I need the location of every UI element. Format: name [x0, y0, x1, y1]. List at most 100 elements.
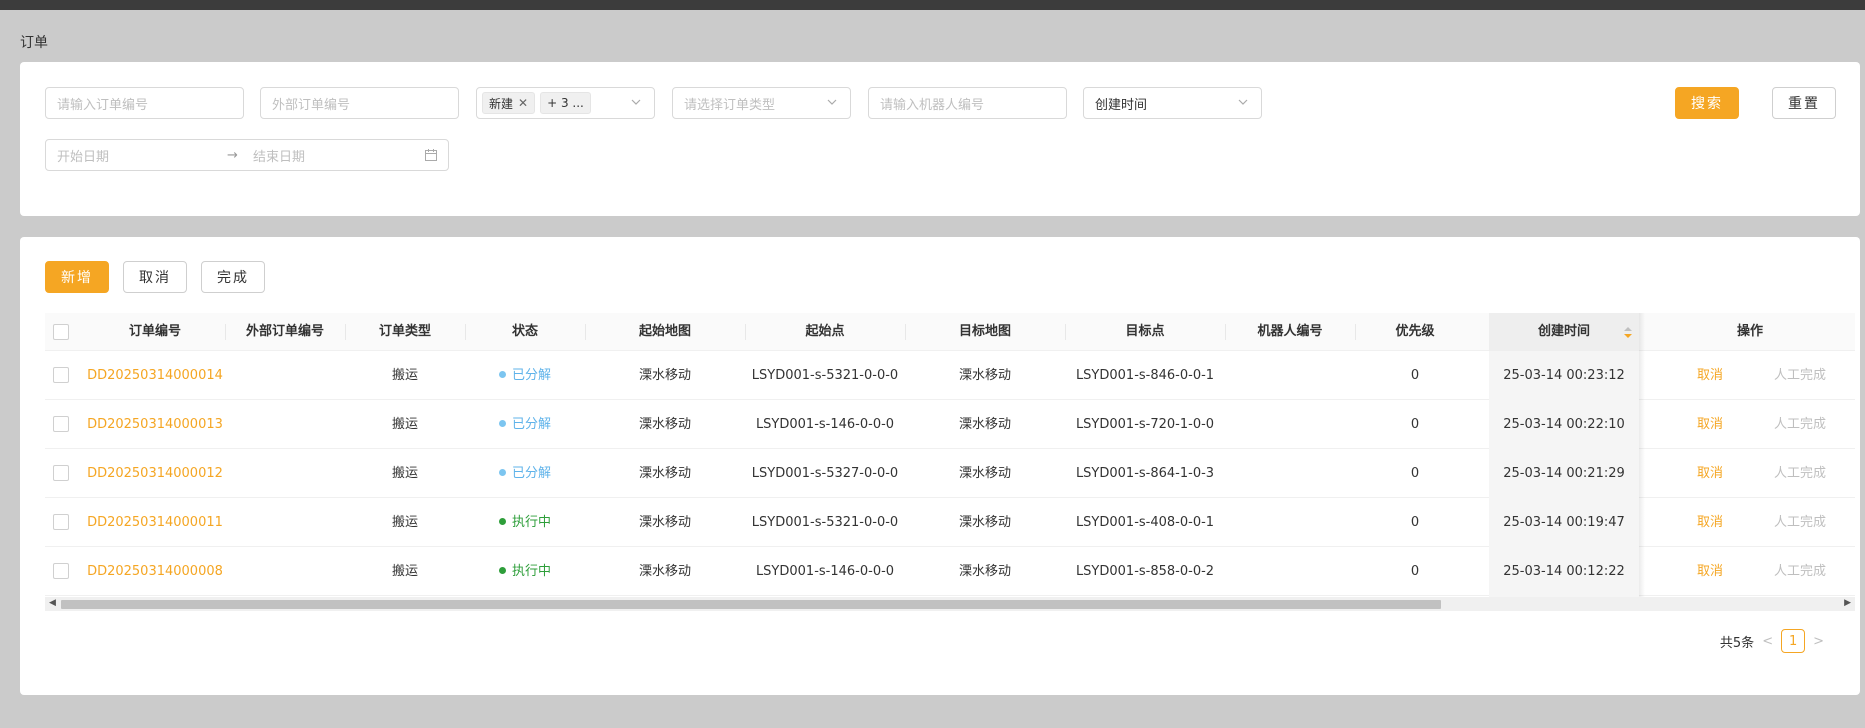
created-time-cell: 25-03-14 00:21:29 — [1489, 449, 1639, 498]
target-map-cell: 溧水移动 — [958, 417, 1011, 432]
top-bar — [0, 0, 1865, 10]
status-select[interactable]: 新建 ✕ + 3 ... — [476, 87, 655, 119]
close-icon[interactable]: ✕ — [518, 96, 528, 110]
target-map-cell: 溧水移动 — [958, 368, 1011, 383]
table-row: DD20250314000012 搬运 已分解 溧水移动 LSYD001-s-5327-… — [45, 449, 1855, 498]
time-field-select[interactable]: 创建时间 — [1083, 87, 1262, 119]
total-count: 共5条 — [1719, 635, 1755, 651]
manual-complete-link[interactable]: 人工完成 — [1755, 351, 1845, 400]
created-time-cell: 25-03-14 00:23:12 — [1489, 351, 1639, 400]
external-order-no-input[interactable]: 外部订单编号 — [260, 87, 459, 119]
row-checkbox[interactable] — [53, 563, 69, 579]
date-range-picker[interactable]: 开始日期 → 结束日期 — [45, 139, 449, 171]
robot-no-cell — [1225, 400, 1355, 449]
page-title: 订单 — [20, 35, 48, 51]
cancel-action-link[interactable]: 取消 — [1675, 498, 1745, 547]
horizontal-scrollbar[interactable]: ◀ ▶ — [45, 597, 1855, 611]
robot-no-input[interactable]: 请输入机器人编号 — [868, 87, 1067, 119]
sort-icon[interactable] — [1623, 313, 1633, 351]
time-field-label: 创建时间 — [1095, 97, 1148, 113]
robot-no-cell — [1225, 547, 1355, 596]
complete-button[interactable]: 完成 — [201, 261, 265, 293]
manual-complete-link[interactable]: 人工完成 — [1755, 449, 1845, 498]
orders-table: 订单编号 外部订单编号 订单类型 状态 起始地图 起始点 目标地图 目标点 机器… — [45, 313, 1855, 613]
chevron-down-icon — [1237, 96, 1251, 110]
column-header: 外部订单编号 — [245, 324, 324, 339]
column-header: 起始点 — [805, 324, 845, 339]
page-number-current[interactable]: 1 — [1781, 629, 1806, 653]
order-no-link[interactable]: DD20250314000008 — [85, 547, 225, 596]
column-header-sortable[interactable]: 创建时间 — [1489, 313, 1639, 351]
order-no-input[interactable]: 请输入订单编号 — [45, 87, 244, 119]
status-dot-icon — [498, 567, 506, 574]
manual-complete-link[interactable]: 人工完成 — [1755, 400, 1845, 449]
target-point-cell: LSYD001-s-408-0-0-1 — [1075, 515, 1215, 530]
robot-no-cell — [1225, 449, 1355, 498]
scroll-right-icon[interactable]: ▶ — [1844, 598, 1851, 608]
column-header: 目标点 — [1125, 324, 1165, 339]
select-all-checkbox[interactable] — [53, 324, 69, 340]
calendar-icon — [424, 148, 438, 162]
table-row: DD20250314000014 搬运 已分解 溧水移动 LSYD001-s-5321-… — [45, 351, 1855, 400]
start-map-cell: 溧水移动 — [638, 466, 691, 481]
order-no-link[interactable]: DD20250314000013 — [85, 400, 225, 449]
column-header: 订单编号 — [128, 324, 181, 339]
priority-cell: 0 — [1410, 515, 1420, 530]
priority-cell: 0 — [1410, 564, 1420, 579]
status-label: 执行中 — [511, 515, 551, 530]
status-dot-icon — [498, 371, 506, 378]
order-no-link[interactable]: DD20250314000014 — [85, 351, 225, 400]
start-map-cell: 溧水移动 — [638, 564, 691, 579]
external-no-cell — [225, 400, 345, 449]
scrollbar-thumb[interactable] — [61, 600, 1441, 609]
order-type-cell: 搬运 — [391, 368, 418, 383]
cancel-button[interactable]: 取消 — [123, 261, 187, 293]
cancel-action-link[interactable]: 取消 — [1675, 351, 1745, 400]
scroll-left-icon[interactable]: ◀ — [49, 598, 56, 608]
target-point-cell: LSYD001-s-720-1-0-0 — [1075, 417, 1215, 432]
order-no-link[interactable]: DD20250314000011 — [85, 498, 225, 547]
column-header: 状态 — [511, 324, 538, 339]
row-checkbox[interactable] — [53, 367, 69, 383]
row-checkbox[interactable] — [53, 416, 69, 432]
start-point-cell: LSYD001-s-146-0-0-0 — [755, 564, 895, 579]
external-no-cell — [225, 547, 345, 596]
prev-page-icon[interactable]: < — [1762, 634, 1773, 649]
order-type-cell: 搬运 — [391, 564, 418, 579]
row-checkbox[interactable] — [53, 465, 69, 481]
pagination: 共5条 < 1 > — [1720, 629, 1832, 653]
status-cell: 已分解 — [465, 449, 585, 498]
column-header: 目标地图 — [958, 324, 1011, 339]
order-no-link[interactable]: DD20250314000012 — [85, 449, 225, 498]
start-date-placeholder: 开始日期 — [57, 149, 110, 165]
external-no-cell — [225, 498, 345, 547]
cancel-action-link[interactable]: 取消 — [1675, 449, 1745, 498]
start-map-cell: 溧水移动 — [638, 417, 691, 432]
target-point-cell: LSYD001-s-864-1-0-3 — [1075, 466, 1215, 481]
search-button[interactable]: 搜索 — [1675, 87, 1739, 119]
column-header: 起始地图 — [638, 324, 691, 339]
table-row: DD20250314000008 搬运 执行中 溧水移动 LSYD001-s-146-0… — [45, 547, 1855, 596]
manual-complete-link[interactable]: 人工完成 — [1755, 498, 1845, 547]
robot-no-cell — [1225, 498, 1355, 547]
cancel-action-link[interactable]: 取消 — [1675, 400, 1745, 449]
status-label: 已分解 — [511, 466, 551, 481]
priority-cell: 0 — [1410, 466, 1420, 481]
external-no-cell — [225, 351, 345, 400]
next-page-icon[interactable]: > — [1813, 634, 1824, 649]
add-button[interactable]: 新增 — [45, 261, 109, 293]
target-point-cell: LSYD001-s-858-0-0-2 — [1075, 564, 1215, 579]
chevron-down-icon — [826, 96, 840, 110]
start-map-cell: 溧水移动 — [638, 368, 691, 383]
chevron-down-icon — [630, 96, 644, 110]
status-cell: 执行中 — [465, 547, 585, 596]
table-panel: 新增 取消 完成 订单编号 外部订单编号 订单类型 状态 起始地图 起始点 目标… — [20, 237, 1860, 695]
order-type-placeholder: 请选择订单类型 — [684, 97, 776, 113]
reset-button[interactable]: 重置 — [1772, 87, 1836, 119]
order-type-select[interactable]: 请选择订单类型 — [672, 87, 851, 119]
row-checkbox[interactable] — [53, 514, 69, 530]
created-time-cell: 25-03-14 00:22:10 — [1489, 400, 1639, 449]
status-cell: 执行中 — [465, 498, 585, 547]
cancel-action-link[interactable]: 取消 — [1675, 547, 1745, 596]
manual-complete-link[interactable]: 人工完成 — [1755, 547, 1845, 596]
